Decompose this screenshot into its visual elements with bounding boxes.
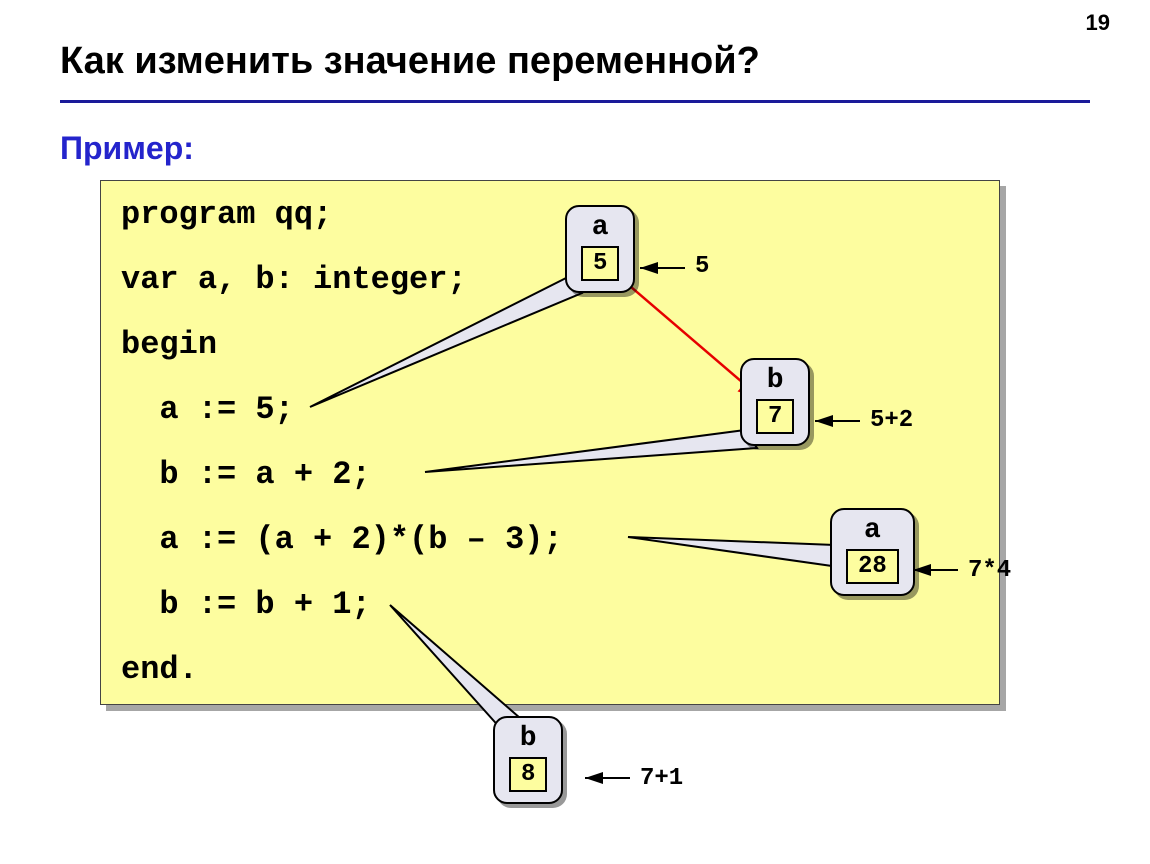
callout-a-5: a 5 [565, 205, 635, 293]
code-line-8: end. [121, 651, 198, 688]
annot-5plus2: 5+2 [870, 407, 913, 434]
title-underline [60, 100, 1090, 103]
annot-7times4: 7*4 [968, 557, 1011, 584]
callout-a-28: a 28 [830, 508, 915, 596]
page-number: 19 [1086, 10, 1110, 36]
annot-7plus1: 7+1 [640, 765, 683, 792]
callout-val: 5 [581, 246, 619, 281]
code-line-4: a := 5; [121, 391, 294, 428]
annot-5: 5 [695, 253, 709, 280]
code-line-6: a := (a + 2)*(b – 3); [121, 521, 563, 558]
callout-b-8: b 8 [493, 716, 563, 804]
code-line-2: var a, b: integer; [121, 261, 467, 298]
callout-val: 7 [756, 399, 794, 434]
slide-title: Как изменить значение переменной? [60, 40, 760, 83]
callout-var: b [756, 366, 794, 397]
callout-var: a [846, 516, 899, 547]
callout-val: 8 [509, 757, 547, 792]
code-line-1: program qq; [121, 196, 332, 233]
code-line-5: b := a + 2; [121, 456, 371, 493]
callout-var: b [509, 724, 547, 755]
code-line-7: b := b + 1; [121, 586, 371, 623]
subtitle: Пример: [60, 130, 194, 167]
callout-val: 28 [846, 549, 899, 584]
callout-var: a [581, 213, 619, 244]
code-box: program qq; var a, b: integer; begin a :… [100, 180, 1000, 705]
code-line-3: begin [121, 326, 217, 363]
callout-b-7: b 7 [740, 358, 810, 446]
